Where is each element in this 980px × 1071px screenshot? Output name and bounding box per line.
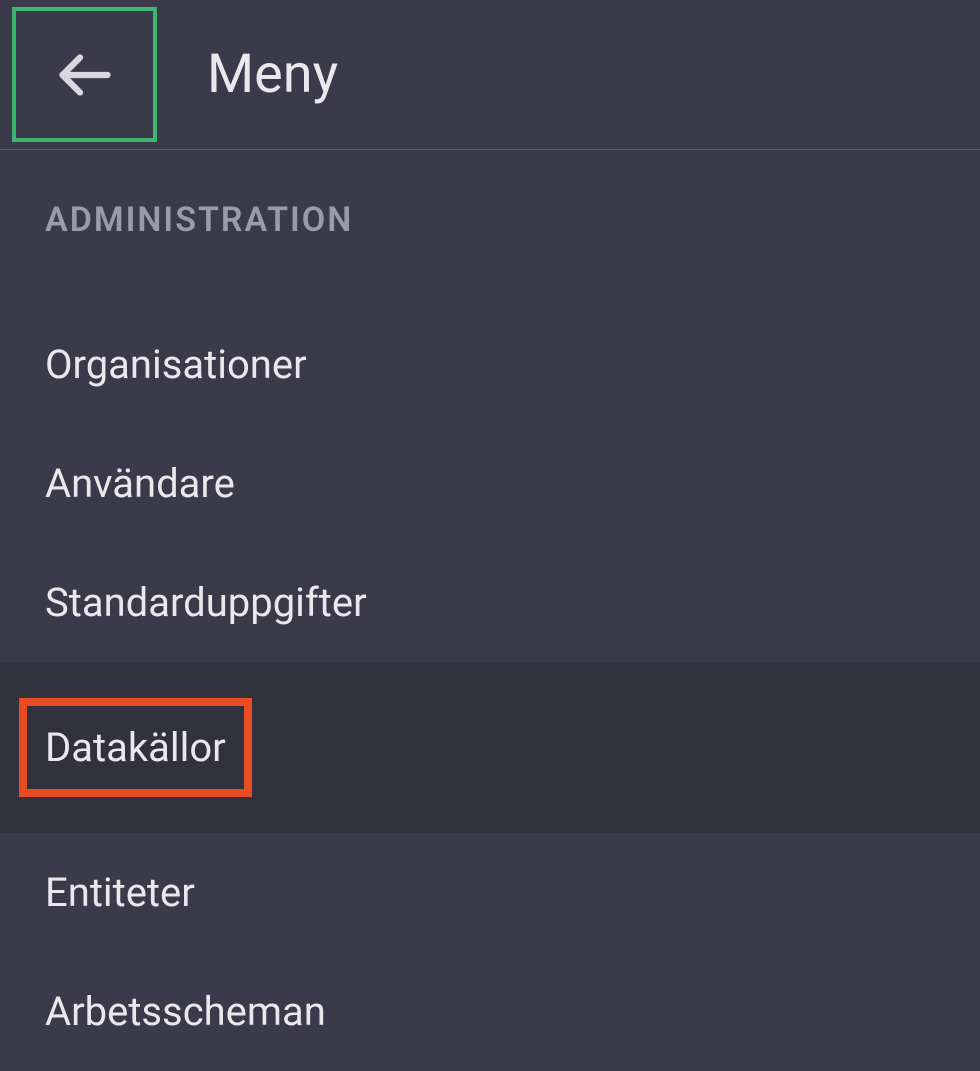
menu-item-organisationer[interactable]: Organisationer (0, 305, 980, 424)
back-button[interactable] (12, 7, 157, 142)
menu-item-anvandare[interactable]: Användare (0, 424, 980, 543)
header: Meny (0, 0, 980, 150)
menu-item-datakallor[interactable]: Datakällor (0, 662, 980, 833)
menu-item-standarduppgifter[interactable]: Standarduppgifter (0, 543, 980, 662)
menu-item-entiteter[interactable]: Entiteter (0, 833, 980, 952)
menu-item-label: Användare (45, 460, 235, 507)
arrow-left-icon (55, 45, 115, 105)
page-title: Meny (207, 43, 338, 106)
menu-item-label: Organisationer (45, 341, 307, 388)
menu-item-label: Standarduppgifter (45, 579, 367, 626)
menu-content: ADMINISTRATION Organisationer Användare … (0, 150, 980, 1071)
menu-item-label: Entiteter (45, 869, 195, 916)
highlight-box: Datakällor (19, 698, 252, 797)
menu-item-arbetsscheman[interactable]: Arbetsscheman (0, 952, 980, 1071)
section-label: ADMINISTRATION (0, 200, 980, 240)
menu-item-label: Datakällor (45, 724, 226, 771)
menu-item-label: Arbetsscheman (45, 988, 326, 1035)
